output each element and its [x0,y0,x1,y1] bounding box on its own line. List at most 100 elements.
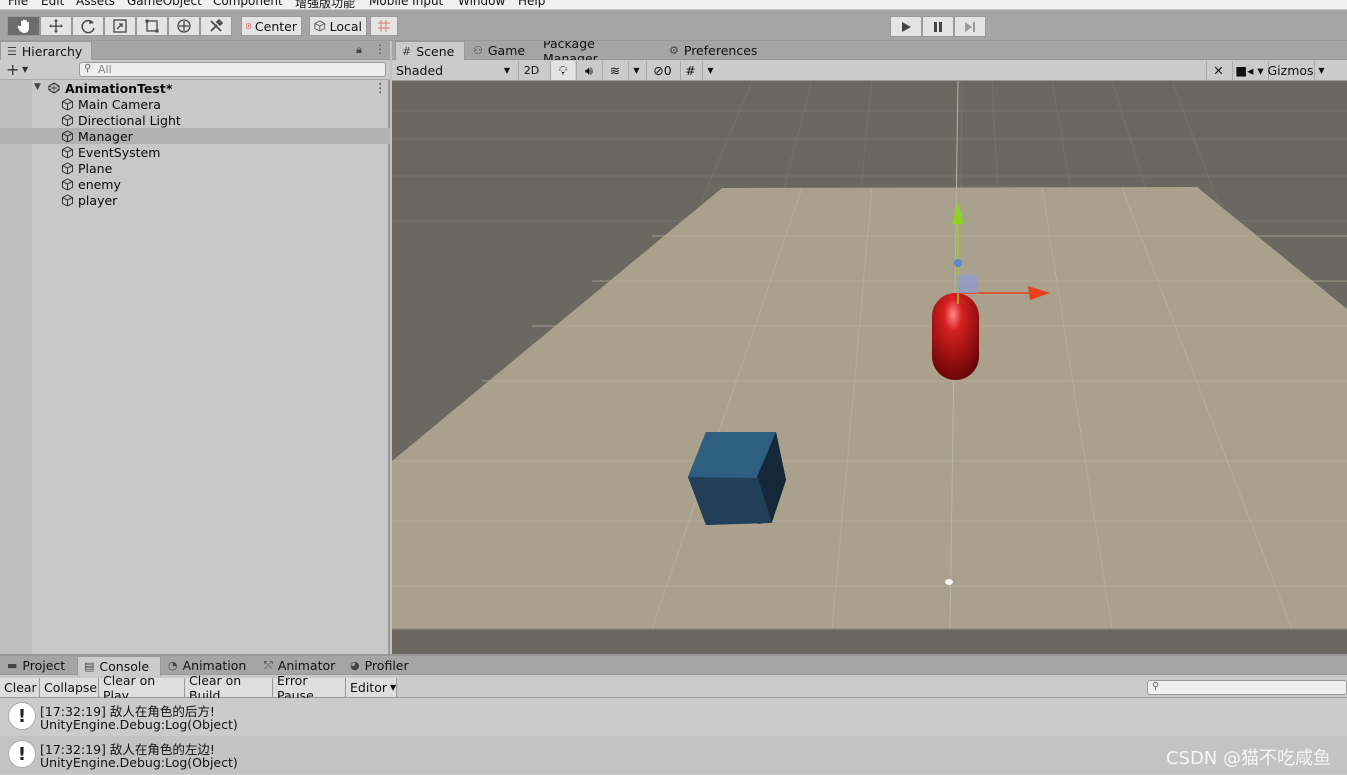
tools-overlay-button[interactable]: ✕ [1206,61,1230,80]
player-cube[interactable] [688,432,786,525]
camera-icon: ■◂ ▾ [1235,63,1264,78]
pause-button[interactable] [922,16,954,37]
tab-package-manager[interactable]: Package Manager [537,41,655,66]
clear-button[interactable]: Clear [0,678,40,697]
speaker-icon: 🔊︎ [585,62,593,78]
hierarchy-item[interactable]: Plane [0,160,390,176]
menu-gameobject[interactable]: GameObject [127,0,202,8]
scene-toolbar: Shaded ▼ 2D 💡︎ 🔊︎ ≋ ▼ ⊘ 0 # ▼ ✕ ■◂ ▾ Giz… [392,60,1347,81]
custom-tool-button[interactable] [200,16,232,36]
effects-dropdown-arrow-icon: ▼ [633,66,640,75]
collapse-button[interactable]: Collapse [40,678,99,697]
space-toggle[interactable]: Local [309,16,367,36]
transform-tool-button[interactable] [168,16,200,36]
hand-tool-button[interactable] [7,16,40,36]
hidden-count: 0 [663,63,672,78]
info-icon: ! [8,740,36,768]
clear-on-play-button[interactable]: Clear on Play [99,673,185,703]
grid-dropdown[interactable]: ▼ [702,61,718,80]
log-stack: UnityEngine.Debug:Log(Object) [40,755,238,770]
tab-project[interactable]: ▬ Project [1,656,73,675]
tab-game[interactable]: ⚇ Game [467,41,533,60]
effects-dropdown[interactable]: ▼ [628,61,644,80]
gameobject-cube-icon [62,130,73,143]
scene-menu-icon[interactable]: ⋮ [374,80,387,95]
gameobject-cube-icon [62,178,73,191]
rect-tool-button[interactable] [136,16,168,36]
console-icon: ▤ [84,660,95,673]
menu-help[interactable]: Help [518,0,545,8]
step-button[interactable] [954,16,986,37]
error-pause-button[interactable]: Error Pause [273,673,346,703]
scene-viewport[interactable] [392,81,1347,654]
play-button[interactable] [890,16,922,37]
step-icon [965,21,975,32]
dropdown-arrow-icon: ▼ [503,66,510,75]
lighting-toggle[interactable]: 💡︎ [550,61,575,80]
tab-hierarchy[interactable]: ☰ Hierarchy [0,41,92,61]
main-toolbar: Center Local [0,10,1347,41]
scale-tool-button[interactable] [104,16,136,36]
hierarchy-tab-label: Hierarchy [21,44,83,59]
enemy-capsule[interactable] [932,293,979,380]
folder-icon: ▬ [7,659,18,672]
gizmos-dropdown[interactable]: ▼ [1314,61,1328,80]
animator-icon: ⤲ [264,659,273,672]
hand-icon [16,19,29,33]
unity-scene-icon [48,82,60,94]
effects-toggle[interactable]: ≋ [602,61,627,80]
hierarchy-item[interactable]: Manager [0,128,390,144]
hierarchy-item[interactable]: Main Camera [0,96,390,112]
console-search-input[interactable]: ⚲ [1147,680,1347,695]
gamepad-icon: ⚇ [473,44,483,57]
tab-scene[interactable]: # Scene [395,41,465,61]
log-entry[interactable]: ! [17:32:19] 敌人在角色的后方! UnityEngine.Debug… [0,698,1347,736]
lock-icon[interactable]: 🔒︎ [356,43,362,57]
rotate-tool-button[interactable] [72,16,104,36]
local-space-icon [314,20,326,32]
add-icon[interactable]: + [6,60,19,79]
pivot-center-icon [246,23,251,29]
hierarchy-item[interactable]: enemy [0,176,390,192]
hierarchy-search-input[interactable]: ⚲ All [79,62,386,77]
menu-enhanced[interactable]: 增强版功能 [295,0,355,9]
clear-label: Clear [4,680,37,695]
tab-preferences[interactable]: ⚙ Preferences [663,41,759,60]
draw-mode-dropdown[interactable]: Shaded ▼ [392,61,514,80]
log-entry[interactable]: ! [17:32:19] 敌人在角色的左边! UnityEngine.Debug… [0,736,1347,774]
audio-toggle[interactable]: 🔊︎ [576,61,601,80]
grid-toggle[interactable]: # [680,61,700,80]
hierarchy-item[interactable]: EventSystem [0,144,390,160]
clear-on-build-button[interactable]: Clear on Build [185,673,273,703]
toggle-2d-button[interactable]: 2D [518,61,544,80]
menu-mobile-input[interactable]: Mobile Input [369,0,443,8]
move-icon [49,19,63,33]
menu-component[interactable]: Component [213,0,283,8]
xy-plane-handle[interactable] [958,275,978,293]
menu-edit[interactable]: Edit [41,0,64,8]
z-axis-handle[interactable] [954,259,962,267]
hierarchy-item[interactable]: Directional Light [0,112,390,128]
move-tool-button[interactable] [40,16,72,36]
hidden-objects-toggle[interactable]: ⊘ 0 [646,61,678,80]
hierarchy-item-label: Plane [78,161,113,176]
hierarchy-item[interactable]: player [0,192,390,208]
pivot-toggle[interactable]: Center [241,16,302,36]
gizmos-button[interactable]: Gizmos [1267,61,1314,80]
grid-snap-button[interactable] [370,16,398,36]
scene-view[interactable]: # Scene ⚇ Game Package Manager ⚙ Prefere… [392,41,1347,654]
menu-assets[interactable]: Assets [76,0,115,8]
grid-dropdown-arrow-icon: ▼ [707,66,714,75]
editor-dropdown[interactable]: Editor ▼ [346,678,397,697]
hierarchy-item-label: EventSystem [78,145,161,160]
scene-root-row[interactable]: ▼ AnimationTest* ⋮ [0,80,390,96]
tab-profiler[interactable]: ◕ Profiler [344,656,416,675]
menu-window[interactable]: Window [458,0,505,8]
collapse-arrow-icon[interactable]: ▼ [34,82,41,92]
add-dropdown-icon[interactable]: ▼ [22,65,28,74]
camera-settings-button[interactable]: ■◂ ▾ [1232,61,1266,80]
scene-name: AnimationTest* [65,81,173,96]
kebab-menu-icon[interactable]: ⋮ [374,42,386,56]
menu-file[interactable]: File [8,0,28,8]
light-gizmo-icon[interactable] [945,579,953,585]
